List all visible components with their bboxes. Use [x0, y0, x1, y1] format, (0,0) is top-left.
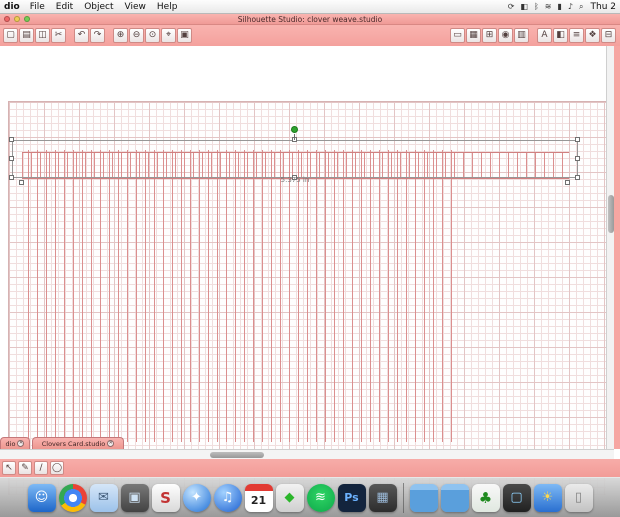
wifi-icon[interactable]: ≋: [545, 2, 552, 11]
menu-file[interactable]: File: [30, 2, 45, 12]
resize-handle-bottom-left[interactable]: [9, 175, 14, 180]
volume-icon[interactable]: ♪: [568, 2, 573, 11]
fit-to-page-icon[interactable]: ▣: [177, 28, 192, 43]
window-right-frame: [614, 46, 620, 449]
menu-edit[interactable]: Edit: [56, 2, 73, 12]
resize-handle-top-left[interactable]: [9, 137, 14, 142]
dock-silhouette-studio-icon[interactable]: S: [151, 483, 180, 512]
spotlight-icon[interactable]: ⌕: [579, 2, 583, 12]
horizontal-scrollbar[interactable]: [0, 449, 614, 459]
redo-icon[interactable]: ↷: [90, 28, 105, 43]
dock-mail-icon[interactable]: ✉: [89, 483, 118, 512]
new-document-icon[interactable]: ▢: [3, 28, 18, 43]
battery-icon[interactable]: ▮: [558, 2, 562, 11]
dock-folder-icon[interactable]: [440, 483, 469, 512]
menu-status-area: ⟳ ◧ ᛒ ≋ ▮ ♪ ⌕ Thu 2: [505, 2, 616, 12]
dock-trash-icon[interactable]: ▯: [564, 483, 593, 512]
dock-photoshop-icon[interactable]: Ps: [337, 483, 366, 512]
dock-preview-icon[interactable]: ▣: [120, 483, 149, 512]
open-icon[interactable]: ▤: [19, 28, 34, 43]
fill-settings-icon[interactable]: ◧: [553, 28, 568, 43]
menu-help[interactable]: Help: [157, 2, 178, 12]
weave-strips-vertical[interactable]: [28, 150, 455, 442]
dock: ☺ ✉ ▣ S ✦ ♫ 21 ◆ ≋ Ps ▦ ♣ ▢ ☀ ▯: [0, 477, 620, 517]
dock-sims-icon[interactable]: ◆: [275, 483, 304, 512]
sync-icon[interactable]: ⟳: [508, 2, 515, 11]
grid-settings-icon[interactable]: ⊞: [482, 28, 497, 43]
tab-close-icon[interactable]: ✕: [107, 440, 115, 447]
rotate-handle[interactable]: [291, 126, 298, 133]
align-icon[interactable]: ⊟: [601, 28, 616, 43]
resize-handle-middle-left[interactable]: [9, 156, 14, 161]
registration-marks-icon[interactable]: ◉: [498, 28, 513, 43]
undo-icon[interactable]: ↶: [74, 28, 89, 43]
window-title: Silhouette Studio: clover weave.studio: [237, 14, 383, 24]
dock-divider: [402, 482, 404, 513]
app-menu[interactable]: dio: [4, 2, 20, 12]
resize-handle-middle-right[interactable]: [575, 156, 580, 161]
zoom-out-icon[interactable]: ⊖: [129, 28, 144, 43]
window-title-bar[interactable]: Silhouette Studio: clover weave.studio: [0, 14, 620, 25]
menu-view[interactable]: View: [125, 2, 146, 12]
width-measurement: 5.375 in: [280, 176, 310, 184]
pan-icon[interactable]: ⌖: [161, 28, 176, 43]
effects-icon[interactable]: ❖: [585, 28, 600, 43]
tab-label: Clovers Card.studio: [41, 439, 106, 448]
rotate-handle-stem: [294, 134, 295, 140]
menu-object[interactable]: Object: [84, 2, 113, 12]
dock-calendar-icon[interactable]: 21: [244, 483, 273, 512]
dock-media-app-icon[interactable]: ▦: [368, 483, 397, 512]
screen: dio File Edit Object View Help ⟳ ◧ ᛒ ≋ ▮…: [0, 0, 620, 517]
design-page-settings-icon[interactable]: ▭: [450, 28, 465, 43]
tab-close-icon[interactable]: ✕: [17, 440, 25, 447]
edit-points-tool-icon[interactable]: ✎: [18, 461, 32, 475]
tab-clovers-card[interactable]: Clovers Card.studio ✕: [32, 437, 124, 449]
cutting-mat-icon[interactable]: ▦: [466, 28, 481, 43]
draw-ellipse-tool-icon[interactable]: ◯: [50, 461, 64, 475]
save-icon[interactable]: ◫: [35, 28, 50, 43]
line-style-icon[interactable]: ≡: [569, 28, 584, 43]
display-icon[interactable]: ◧: [520, 2, 528, 11]
toolbar-right-group: ▭ ▦ ⊞ ◉ ▥ A ◧ ≡ ❖ ⊟: [450, 28, 617, 43]
text-style-icon[interactable]: A: [537, 28, 552, 43]
menu-bar: dio File Edit Object View Help ⟳ ◧ ᛒ ≋ ▮…: [0, 0, 620, 14]
dock-folder-icon[interactable]: [409, 483, 438, 512]
horizontal-scroll-thumb[interactable]: [210, 452, 264, 458]
band-handle-right[interactable]: [565, 180, 570, 185]
dock-shamrock-icon[interactable]: ♣: [471, 483, 500, 512]
tab-label: dio: [5, 439, 16, 448]
dock-tv-app-icon[interactable]: ▢: [502, 483, 531, 512]
dock-chrome-icon[interactable]: [58, 483, 87, 512]
resize-handle-top-right[interactable]: [575, 137, 580, 142]
resize-handle-bottom-right[interactable]: [575, 175, 580, 180]
zoom-in-icon[interactable]: ⊕: [113, 28, 128, 43]
menu-clock[interactable]: Thu 2: [591, 2, 617, 12]
print-preview-icon[interactable]: ▥: [514, 28, 529, 43]
dock-spotify-icon[interactable]: ≋: [306, 483, 335, 512]
draw-line-tool-icon[interactable]: ∕: [34, 461, 48, 475]
bottom-toolbar: ↖ ✎ ∕ ◯: [0, 459, 620, 477]
dock-weather-app-icon[interactable]: ☀: [533, 483, 562, 512]
vertical-scrollbar[interactable]: [606, 46, 614, 449]
dock-safari-icon[interactable]: ✦: [182, 483, 211, 512]
select-tool-icon[interactable]: ↖: [2, 461, 16, 475]
tab-clover-weave[interactable]: dio ✕: [0, 437, 30, 449]
selection-box[interactable]: [12, 140, 578, 178]
main-toolbar: ▢ ▤ ◫ ✂ ↶ ↷ ⊕ ⊖ ⊙ ⌖ ▣ ▭ ▦ ⊞ ◉ ▥ A ◧ ≡ ❖ …: [0, 25, 620, 46]
band-handle-left[interactable]: [19, 180, 24, 185]
dock-finder-icon[interactable]: ☺: [27, 483, 56, 512]
dock-itunes-icon[interactable]: ♫: [213, 483, 242, 512]
cut-icon[interactable]: ✂: [51, 28, 66, 43]
bluetooth-icon[interactable]: ᛒ: [534, 2, 539, 11]
drag-zoom-icon[interactable]: ⊙: [145, 28, 160, 43]
